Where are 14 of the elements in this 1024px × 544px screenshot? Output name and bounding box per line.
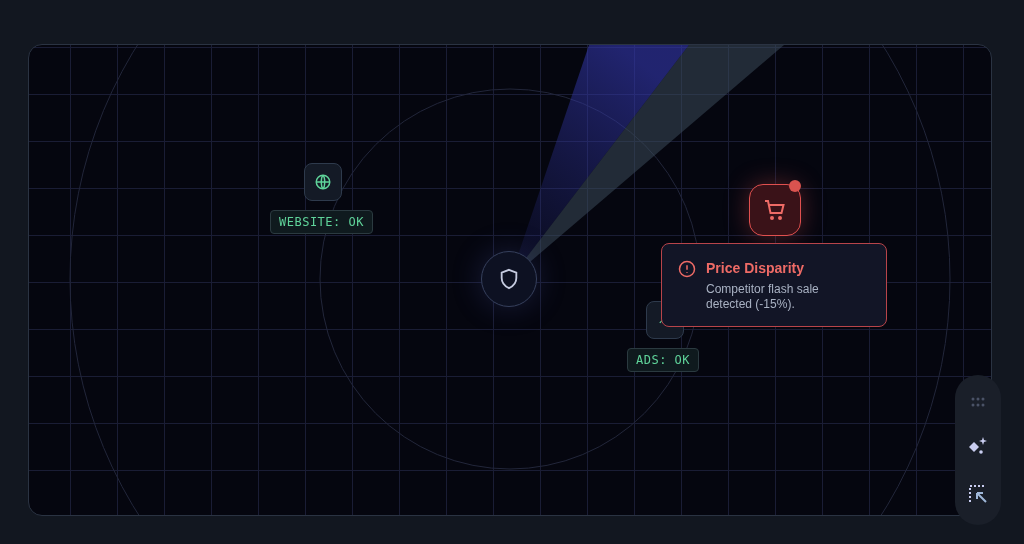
alert-title: Price Disparity: [706, 260, 806, 276]
globe-node[interactable]: [304, 163, 342, 201]
alert-message: Competitor flash sale detected (-15%).: [706, 282, 820, 312]
cart-icon: [763, 198, 787, 222]
cart-node[interactable]: [749, 184, 801, 236]
alert-icon: [678, 260, 696, 278]
select-arrow-icon: [968, 483, 988, 504]
shield-hub[interactable]: [481, 251, 537, 307]
dots-grid-icon: [970, 396, 986, 409]
shield-icon: [498, 267, 520, 291]
status-label: WEBSITE: OK: [270, 210, 373, 234]
globe-icon: [314, 173, 332, 191]
sparkle-icon: [967, 435, 989, 457]
status-label: ADS: OK: [627, 348, 700, 372]
